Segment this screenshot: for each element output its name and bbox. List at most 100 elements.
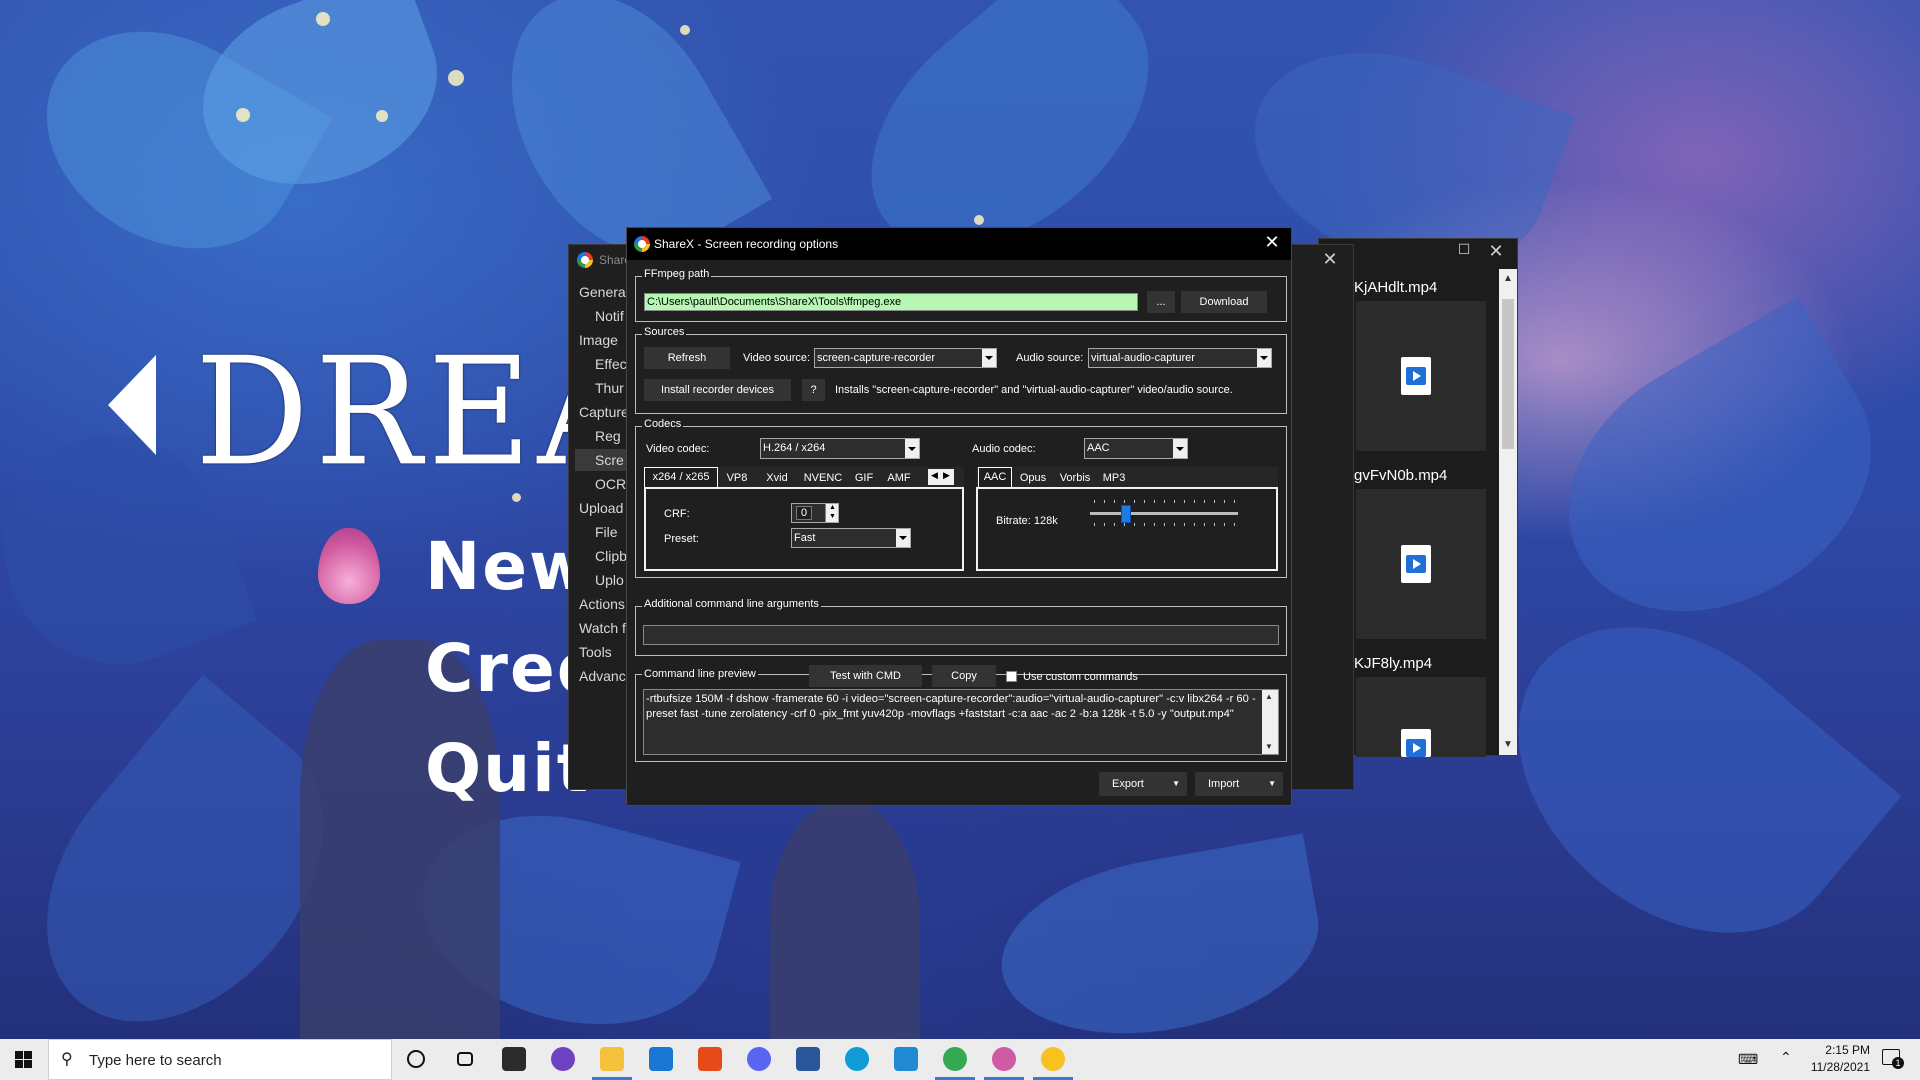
chevron-down-icon[interactable] bbox=[905, 439, 919, 458]
command-preview-textbox[interactable]: -rtbufsize 150M -f dshow -framerate 60 -… bbox=[643, 689, 1279, 755]
slider-thumb[interactable] bbox=[1121, 505, 1131, 523]
video-source-select[interactable]: screen-capture-recorder bbox=[814, 348, 997, 368]
chevron-down-icon[interactable] bbox=[1257, 349, 1271, 367]
chevron-down-icon[interactable] bbox=[896, 529, 910, 547]
tab-audio-codec[interactable]: Opus bbox=[1014, 469, 1052, 487]
file-name[interactable]: KjAHdlt.mp4 bbox=[1354, 279, 1437, 296]
close-icon[interactable]: ✕ bbox=[1315, 249, 1345, 270]
windows-logo-icon bbox=[15, 1051, 23, 1059]
file-tile[interactable] bbox=[1356, 677, 1486, 757]
test-with-cmd-button[interactable]: Test with CMD bbox=[809, 665, 922, 687]
preview-scrollbar[interactable]: ▲ ▼ bbox=[1262, 690, 1278, 754]
close-icon[interactable]: ✕ bbox=[1481, 241, 1511, 262]
slider-tick bbox=[1194, 523, 1195, 526]
audio-source-select[interactable]: virtual-audio-capturer bbox=[1088, 348, 1272, 368]
install-recorder-devices-button[interactable]: Install recorder devices bbox=[644, 379, 791, 401]
download-button[interactable]: Download bbox=[1181, 291, 1267, 313]
keyboard-icon[interactable]: ⌨ bbox=[1738, 1051, 1758, 1068]
tab-audio-codec[interactable]: Vorbis bbox=[1054, 469, 1096, 487]
video-file-icon bbox=[1401, 357, 1431, 395]
video-file-icon bbox=[1401, 545, 1431, 583]
close-icon[interactable]: ✕ bbox=[1257, 232, 1287, 253]
mail-icon[interactable] bbox=[649, 1047, 673, 1071]
video-codec-select[interactable]: H.264 / x264 bbox=[760, 438, 920, 459]
tab-scroll-buttons[interactable]: ◀ ▶ bbox=[928, 469, 954, 485]
edge-icon[interactable] bbox=[845, 1047, 869, 1071]
stepper-arrows-icon[interactable]: ▲ ▼ bbox=[825, 504, 838, 522]
discord-icon[interactable] bbox=[747, 1047, 771, 1071]
scrollbar-thumb[interactable] bbox=[1502, 299, 1514, 449]
task-view-icon[interactable] bbox=[457, 1052, 473, 1066]
file-tile[interactable] bbox=[1356, 489, 1486, 639]
tab-audio-codec[interactable]: MP3 bbox=[1098, 469, 1130, 487]
bitrate-slider[interactable] bbox=[1090, 497, 1242, 529]
slider-tick bbox=[1094, 500, 1095, 503]
sharex-icon[interactable] bbox=[1041, 1047, 1065, 1071]
start-button[interactable] bbox=[0, 1039, 48, 1080]
tab-audio-codec[interactable]: AAC bbox=[978, 467, 1012, 487]
game-icon[interactable] bbox=[992, 1047, 1016, 1071]
notification-icon[interactable]: 1 bbox=[1882, 1049, 1904, 1069]
taskbar-search-box[interactable]: ⚲ Type here to search bbox=[48, 1039, 392, 1080]
help-button[interactable]: ? bbox=[802, 379, 825, 401]
word-icon[interactable] bbox=[796, 1047, 820, 1071]
nav-item[interactable]: Upload bbox=[579, 497, 623, 519]
use-custom-commands-checkbox[interactable] bbox=[1006, 671, 1017, 682]
tab-video-codec[interactable]: NVENC bbox=[798, 469, 848, 487]
file-explorer-icon[interactable] bbox=[600, 1047, 624, 1071]
crf-value[interactable]: 0 bbox=[796, 506, 813, 520]
explorer-scrollbar[interactable]: ▲ ▼ bbox=[1499, 269, 1517, 755]
store-icon[interactable] bbox=[502, 1047, 526, 1071]
tab-video-codec[interactable]: AMF bbox=[880, 469, 918, 487]
clock-time[interactable]: 2:15 PM bbox=[1800, 1043, 1870, 1057]
vscode-icon[interactable] bbox=[894, 1047, 918, 1071]
tab-video-codec[interactable]: x264 / x265 bbox=[644, 467, 718, 487]
slider-tick bbox=[1114, 500, 1115, 503]
file-name[interactable]: gvFvN0b.mp4 bbox=[1354, 467, 1447, 484]
chevron-down-icon: ▼ bbox=[1268, 779, 1276, 788]
preset-label: Preset: bbox=[664, 533, 699, 545]
slider-tick bbox=[1194, 500, 1195, 503]
nav-item[interactable]: Tools bbox=[579, 641, 623, 663]
chevron-down-icon[interactable] bbox=[982, 349, 996, 367]
github-desktop-icon[interactable] bbox=[551, 1047, 575, 1071]
nav-item[interactable]: Watch f bbox=[579, 617, 626, 639]
import-button[interactable]: Import ▼ bbox=[1195, 772, 1283, 796]
file-name[interactable]: KJF8ly.mp4 bbox=[1354, 655, 1432, 672]
file-tile[interactable] bbox=[1356, 301, 1486, 451]
copy-button[interactable]: Copy bbox=[932, 665, 996, 687]
tab-video-codec[interactable]: Xvid bbox=[756, 469, 798, 487]
scroll-up-icon[interactable]: ▲ bbox=[1503, 273, 1513, 284]
export-button[interactable]: Export ▼ bbox=[1099, 772, 1187, 796]
cortana-icon[interactable] bbox=[407, 1050, 425, 1068]
chevron-left-icon[interactable]: ◀ bbox=[931, 470, 938, 481]
scroll-down-icon[interactable]: ▼ bbox=[1265, 742, 1273, 751]
preset-select[interactable]: Fast bbox=[791, 528, 911, 548]
office-icon[interactable] bbox=[698, 1047, 722, 1071]
slider-tick bbox=[1134, 500, 1135, 503]
browse-button[interactable]: ... bbox=[1147, 291, 1175, 313]
crf-stepper[interactable]: 0 ▲ ▼ bbox=[791, 503, 839, 523]
slider-tick bbox=[1234, 523, 1235, 526]
wallpaper-sparkle bbox=[376, 110, 388, 122]
refresh-button[interactable]: Refresh bbox=[644, 347, 730, 369]
tab-video-codec[interactable]: VP8 bbox=[718, 469, 756, 487]
nav-item[interactable]: Genera bbox=[579, 281, 626, 303]
chevron-down-icon[interactable] bbox=[1173, 439, 1187, 458]
ffmpeg-path-input[interactable]: C:\Users\pault\Documents\ShareX\Tools\ff… bbox=[644, 293, 1138, 311]
chrome-icon[interactable] bbox=[943, 1047, 967, 1071]
chevron-up-icon[interactable]: ⌃ bbox=[1780, 1049, 1792, 1066]
nav-item[interactable]: Capture bbox=[579, 401, 629, 423]
audio-codec-select[interactable]: AAC bbox=[1084, 438, 1188, 459]
additional-arguments-input[interactable] bbox=[643, 625, 1279, 645]
nav-item[interactable]: Advanc bbox=[579, 665, 626, 687]
nav-item[interactable]: Actions bbox=[579, 593, 625, 615]
tab-video-codec[interactable]: GIF bbox=[848, 469, 880, 487]
slider-tick bbox=[1184, 523, 1185, 526]
scroll-down-icon[interactable]: ▼ bbox=[1503, 739, 1513, 750]
scroll-up-icon[interactable]: ▲ bbox=[1265, 692, 1273, 701]
nav-item[interactable]: Image bbox=[579, 329, 623, 351]
clock-date[interactable]: 11/28/2021 bbox=[1800, 1060, 1870, 1074]
maximize-icon[interactable]: ☐ bbox=[1449, 241, 1479, 258]
chevron-right-icon[interactable]: ▶ bbox=[943, 470, 950, 481]
